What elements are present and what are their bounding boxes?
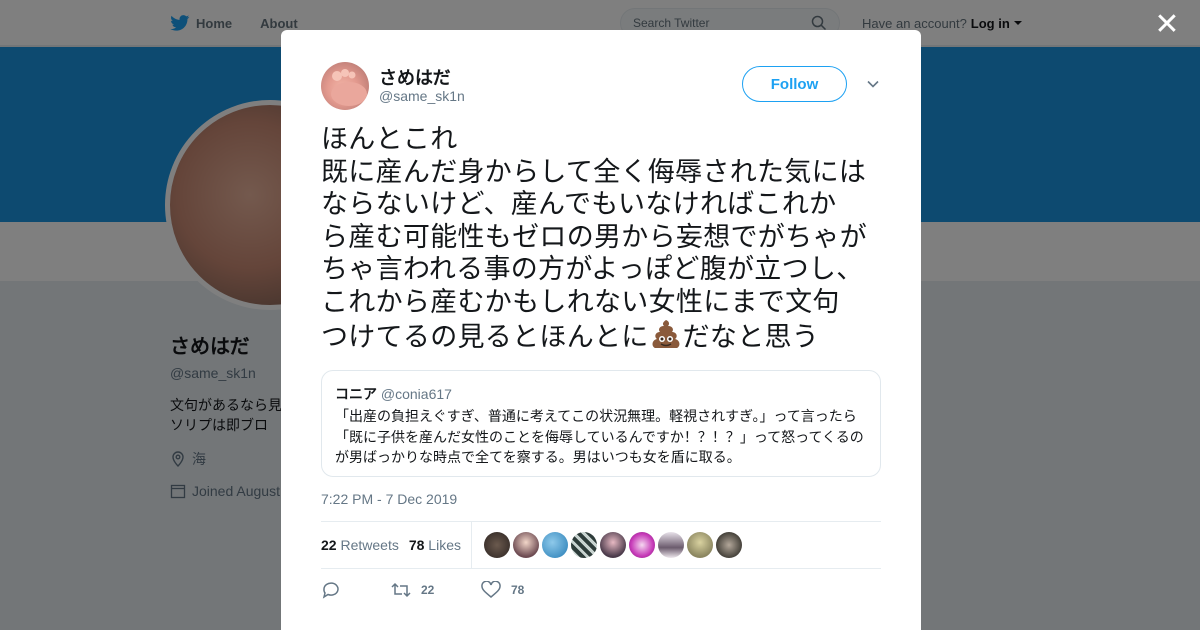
reply-action[interactable]	[321, 581, 391, 599]
tweet-stats: 22 Retweets 78 Likes	[321, 521, 881, 569]
quoted-tweet-header: コニア @conia617	[335, 384, 867, 404]
tweet-text-line: これから産むかもしれない女性にまで文句	[321, 286, 840, 317]
stats-divider	[470, 522, 472, 568]
heart-icon	[481, 581, 501, 598]
follow-button[interactable]: Follow	[742, 66, 847, 102]
likes-count: 78	[408, 537, 425, 553]
retweet-count: 22	[421, 583, 435, 597]
liker-avatar[interactable]	[599, 532, 626, 558]
liker-avatar[interactable]	[483, 532, 510, 558]
tweet-author-name[interactable]: さめはだ	[379, 64, 451, 90]
tweet-text-line: ならないけど、産んでもいなければこれか	[321, 189, 837, 219]
quoted-text-line: 「出産の負担えぐすぎ、普通に考えてこの状況無理。軽視されすぎ。」って言ったら	[335, 408, 857, 424]
tweet-timestamp[interactable]: 7:22 PM - 7 Dec 2019	[321, 491, 457, 507]
tweet-text-line: ほんとこれ	[321, 124, 458, 154]
tweet-text-line: 既に産んだ身からして全く侮辱された気には	[321, 156, 867, 187]
retweets-label: Retweets	[340, 537, 399, 553]
liker-avatar[interactable]	[512, 532, 539, 558]
liker-avatar[interactable]	[628, 532, 655, 558]
quoted-text-line: が男ばっかりな時点で全てを察する。男はいつも女を盾に取る。	[335, 449, 741, 465]
tweet-text-after-emoji: だなと思う	[682, 322, 820, 352]
quoted-text-line: 「既に子供を産んだ女性のことを侮辱しているんですか！？！？」って怒ってくるの	[335, 428, 864, 445]
tweet-author-avatar[interactable]	[321, 62, 369, 110]
retweets-count: 22	[321, 537, 337, 553]
liker-avatar[interactable]	[541, 532, 568, 558]
liker-avatar[interactable]	[570, 532, 597, 558]
tweet-text-line: ちゃ言われる事の方がよっぽど腹が立つし、	[321, 254, 864, 284]
close-icon[interactable]: ✕	[1152, 10, 1182, 40]
retweet-action[interactable]: 22	[391, 581, 481, 599]
liker-avatar[interactable]	[657, 532, 684, 558]
like-count: 78	[511, 583, 525, 597]
retweet-icon	[391, 582, 411, 598]
likes-label: Likes	[428, 537, 461, 553]
liker-avatars	[483, 532, 742, 558]
foot-photo	[331, 69, 367, 106]
quoted-author-name: コニア	[335, 386, 377, 402]
retweets-stat[interactable]: 22 Retweets	[321, 537, 399, 553]
liker-avatar[interactable]	[715, 532, 742, 558]
tweet-text-line: ら産む可能性もゼロの男から妄想でがちゃが	[321, 221, 867, 252]
tweet-actions: 22 78	[321, 580, 524, 600]
tweet-text-line-last: つけてるの見るとほんとに だなと思う	[321, 318, 886, 354]
reply-icon	[322, 582, 339, 599]
chevron-down-icon[interactable]	[865, 76, 881, 92]
tweet-text: ほんとこれ 既に産んだ身からして全く侮辱された気には ならないけど、産んでもいな…	[321, 123, 886, 354]
likes-stat[interactable]: 78 Likes	[409, 537, 461, 553]
quoted-tweet[interactable]: コニア @conia617 「出産の負担えぐすぎ、普通に考えてこの状況無理。軽視…	[321, 370, 881, 477]
quoted-tweet-text: 「出産の負担えぐすぎ、普通に考えてこの状況無理。軽視されすぎ。」って言ったら 「…	[335, 406, 867, 468]
liker-avatar[interactable]	[686, 532, 713, 558]
tweet-modal: さめはだ @same_sk1n Follow ほんとこれ 既に産んだ身からして全…	[281, 30, 921, 630]
tweet-text-before-emoji: つけてるの見るとほんとに	[321, 322, 649, 352]
like-action[interactable]: 78	[481, 581, 524, 599]
quoted-author-handle: @conia617	[380, 386, 452, 402]
tweet-author-handle[interactable]: @same_sk1n	[379, 88, 465, 104]
pile-of-poo-icon	[652, 320, 680, 348]
